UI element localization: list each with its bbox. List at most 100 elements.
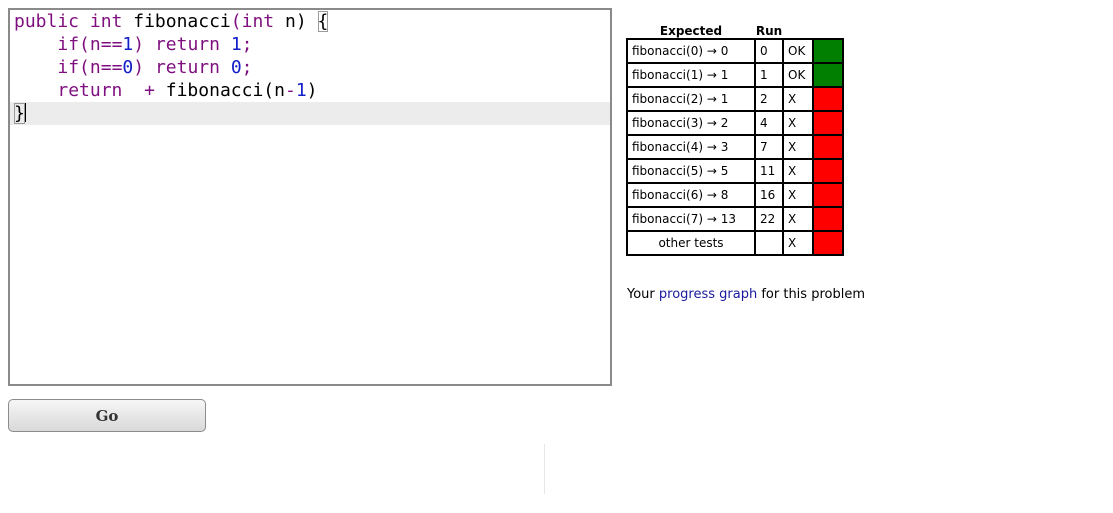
results-table-container: Expected Run fibonacci(0) → 0 0 OK fibonacc… [626, 18, 844, 256]
run-header: Run [755, 24, 783, 38]
run-cell: 2 [754, 86, 784, 112]
status-cell: X [782, 158, 814, 184]
status-cell: X [782, 182, 814, 208]
run-cell: 0 [754, 38, 784, 64]
code-token: ; [241, 57, 253, 78]
run-cell: 7 [754, 134, 784, 160]
matched-brace: { [317, 11, 329, 32]
code-token: + [144, 80, 155, 101]
expected-cell: fibonacci(0) → 0 [626, 38, 756, 64]
status-cell: X [782, 86, 814, 112]
code-token: return [154, 34, 220, 55]
code-line-4: return + fibonacci(n-1) [10, 79, 610, 102]
results-header-row: Expected Run [627, 18, 843, 39]
result-row: fibonacci(6) → 8 16 X [626, 182, 844, 208]
result-row: fibonacci(3) → 24X [626, 110, 844, 136]
code-token: return [57, 80, 123, 101]
fail-indicator [812, 86, 844, 112]
matched-brace: } [14, 103, 25, 124]
code-token: 1 [295, 80, 307, 101]
code-token: 0 [230, 57, 242, 78]
divider [544, 444, 545, 494]
fail-indicator [812, 182, 844, 208]
code-token: == [100, 34, 123, 55]
code-token: n) [284, 11, 318, 32]
expected-cell: fibonacci(1) → 1 [626, 62, 756, 88]
code-line-5-active: } [10, 102, 610, 125]
status-cell: OK [782, 62, 814, 88]
run-cell: 4 [754, 110, 784, 136]
code-token: int [89, 11, 123, 32]
code-token: fibonacci [133, 11, 231, 32]
code-token: ) [306, 80, 318, 101]
code-token: return [154, 57, 220, 78]
fail-indicator [812, 206, 844, 232]
header-spacer [783, 18, 813, 39]
expected-cell: fibonacci(3) → 2 [626, 110, 756, 136]
result-row: fibonacci(4) → 37X [626, 134, 844, 160]
pass-indicator [812, 62, 844, 88]
result-row: other tests X [626, 230, 844, 256]
code-line-1: public int fibonacci(int n) { [10, 10, 610, 33]
progress-prefix: Your [627, 287, 659, 302]
code-token: (n [79, 34, 101, 55]
expected-cell: other tests [626, 230, 756, 256]
code-token: ( [230, 11, 242, 32]
result-row: fibonacci(0) → 0 0 OK [626, 38, 844, 64]
expected-cell: fibonacci(6) → 8 [626, 182, 756, 208]
status-cell: X [782, 110, 814, 136]
pass-indicator [812, 38, 844, 64]
expected-header: Expected [659, 24, 723, 38]
expected-cell: fibonacci(5) → 5 [626, 158, 756, 184]
code-token: == [100, 57, 123, 78]
run-cell [754, 230, 784, 256]
text-cursor [24, 103, 26, 122]
results-table: Expected Run fibonacci(0) → 0 0 OK fibonacc… [626, 18, 844, 256]
run-cell: 16 [754, 182, 784, 208]
code-line-3: if(n==0) return 0; [10, 56, 610, 79]
expected-cell: fibonacci(2) → 1 [626, 86, 756, 112]
go-button[interactable]: Go [8, 399, 206, 432]
result-row: fibonacci(1) → 1 1 OK [626, 62, 844, 88]
status-cell: OK [782, 38, 814, 64]
run-cell: 11 [754, 158, 784, 184]
code-token: 1 [122, 34, 134, 55]
fail-indicator [812, 134, 844, 160]
code-token: - [284, 80, 296, 101]
status-cell: X [782, 134, 814, 160]
code-token: (n [79, 57, 101, 78]
header-spacer [813, 18, 843, 39]
code-line-2: if(n==1) return 1; [10, 33, 610, 56]
status-cell: X [782, 230, 814, 256]
status-cell: X [782, 206, 814, 232]
code-token: int [241, 11, 275, 32]
fail-indicator [812, 230, 844, 256]
code-token: fibonacci(n [154, 80, 285, 101]
code-token: 0 [122, 57, 134, 78]
code-token: if [57, 34, 80, 55]
result-row: fibonacci(7) → 13 22 X [626, 206, 844, 232]
result-row: fibonacci(2) → 12X [626, 86, 844, 112]
run-cell: 22 [754, 206, 784, 232]
code-token: public [14, 11, 80, 32]
progress-graph-link[interactable]: progress graph [659, 287, 757, 302]
result-row: fibonacci(5) → 5 11 X [626, 158, 844, 184]
expected-cell: fibonacci(4) → 3 [626, 134, 756, 160]
code-token: ; [241, 34, 253, 55]
fail-indicator [812, 110, 844, 136]
code-editor[interactable]: public int fibonacci(int n) { if(n==1) r… [8, 8, 612, 386]
progress-note: Your progress graph for this problem [627, 287, 865, 302]
results-body: fibonacci(0) → 0 0 OK fibonacci(1) → 1 1 OK fi… [626, 38, 844, 256]
expected-cell: fibonacci(7) → 13 [626, 206, 756, 232]
code-token: 1 [230, 34, 242, 55]
code-token: ) [133, 57, 155, 78]
fail-indicator [812, 158, 844, 184]
code-token: if [57, 57, 80, 78]
code-token: ) [133, 34, 155, 55]
